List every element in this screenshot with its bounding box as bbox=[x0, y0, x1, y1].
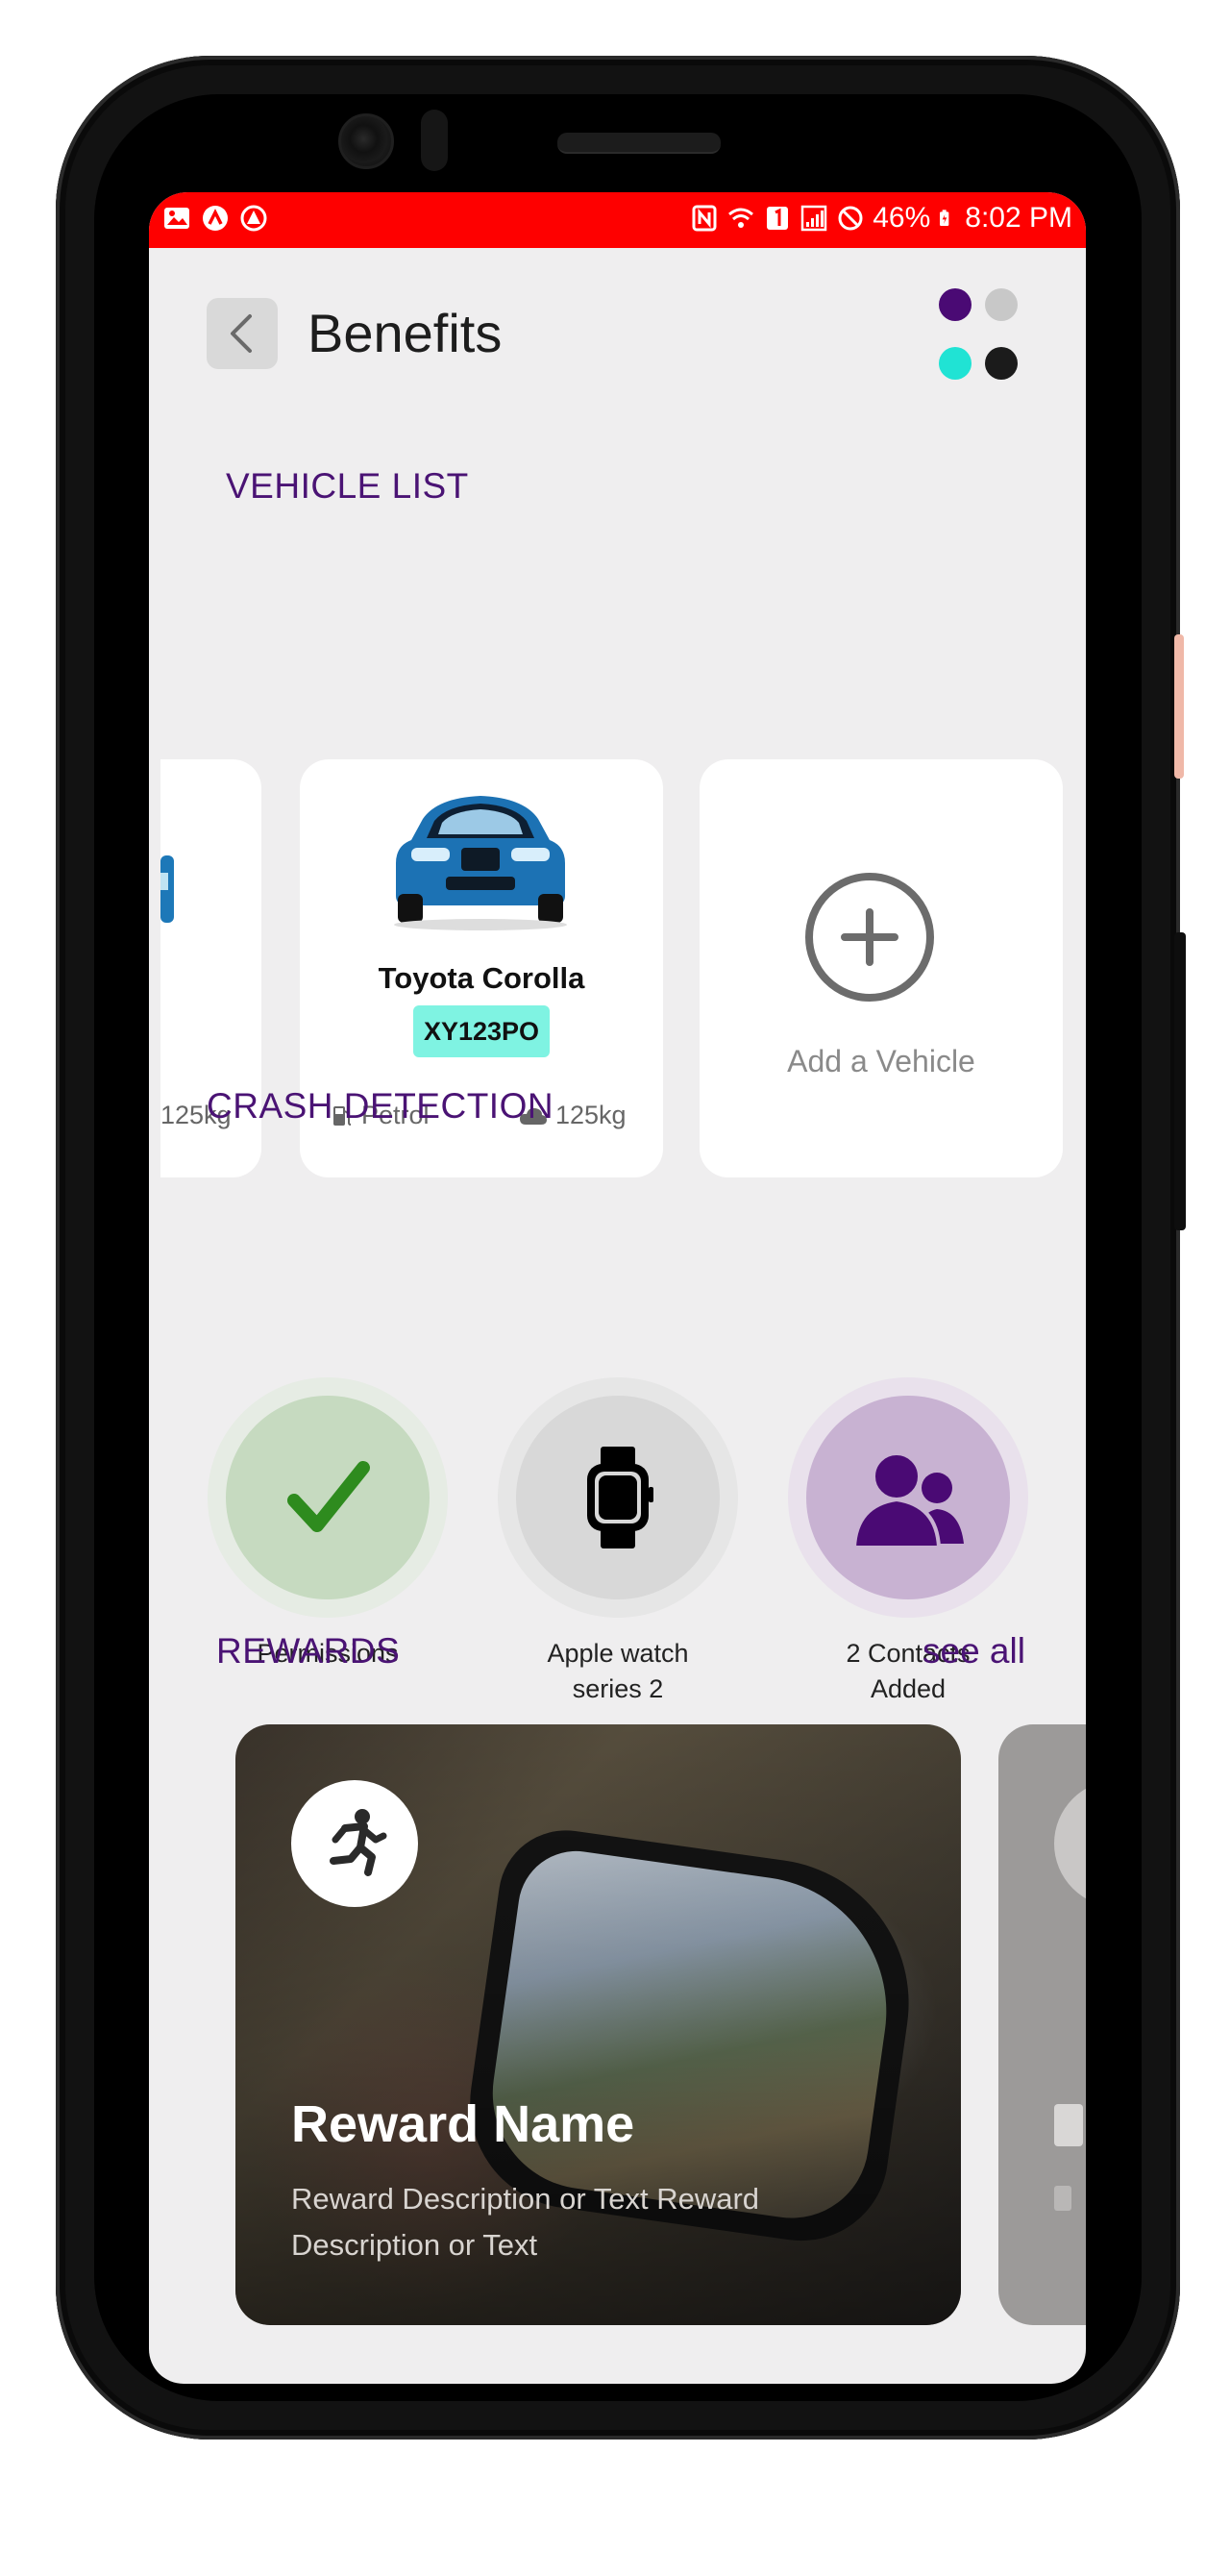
apple-watch-label: Apple watch series 2 bbox=[498, 1636, 738, 1707]
signal-icon bbox=[800, 205, 827, 232]
crash-detection-title: CRASH DETECTION bbox=[207, 1086, 554, 1126]
see-all-link[interactable]: see all bbox=[922, 1631, 1025, 1672]
proximity-sensor bbox=[421, 110, 448, 171]
license-plate: XY123PO bbox=[413, 1005, 550, 1057]
earpiece-speaker bbox=[557, 133, 721, 154]
reward-desc-partial bbox=[1054, 2186, 1071, 2211]
checkmark-icon bbox=[287, 1461, 370, 1532]
gallery-icon bbox=[164, 208, 189, 229]
clock: 8:02 PM bbox=[965, 202, 1072, 234]
dot-purple bbox=[939, 288, 972, 321]
reward-name: Reward Name bbox=[291, 2095, 635, 2153]
wifi-icon bbox=[728, 208, 754, 228]
permissions-circle bbox=[226, 1396, 430, 1599]
dot-teal bbox=[939, 347, 972, 380]
back-button[interactable] bbox=[207, 298, 278, 369]
permissions-item[interactable] bbox=[208, 1377, 448, 1618]
app-header: Benefits bbox=[149, 248, 1086, 402]
apple-watch-circle bbox=[516, 1396, 720, 1599]
reward-card-partial[interactable] bbox=[998, 1724, 1086, 2325]
dots-grid-icon[interactable] bbox=[939, 288, 1025, 380]
reward-description: Reward Description or Text Reward Descri… bbox=[291, 2182, 760, 2262]
contacts-icon bbox=[851, 1451, 964, 1549]
reward-title-partial bbox=[1054, 2104, 1083, 2146]
system-status: 46% 8:02 PM bbox=[690, 202, 1072, 235]
page-title: Benefits bbox=[308, 303, 503, 363]
power-button bbox=[1174, 932, 1186, 1230]
car-image-partial bbox=[160, 855, 174, 923]
app-notification-icon bbox=[203, 206, 228, 231]
contacts-item[interactable] bbox=[788, 1377, 1028, 1618]
contacts-label-line2: Added bbox=[870, 1674, 947, 1703]
car-image bbox=[394, 796, 567, 930]
chevron-left-icon bbox=[231, 314, 252, 353]
add-vehicle-label: Add a Vehicle bbox=[787, 1044, 975, 1078]
vehicle-list-title: VEHICLE LIST bbox=[226, 466, 469, 506]
rewards-title: REWARDS bbox=[216, 1631, 401, 1671]
nfc-icon bbox=[692, 205, 717, 232]
status-bar: 46% 8:02 PM bbox=[149, 192, 1086, 248]
running-person-icon bbox=[291, 1780, 418, 1907]
smartwatch-icon bbox=[587, 1447, 653, 1548]
add-vehicle-card[interactable]: Add a Vehicle bbox=[700, 759, 1063, 1177]
warning-notification-icon bbox=[240, 205, 267, 232]
apple-watch-label-line2: series 2 bbox=[572, 1674, 664, 1703]
reward-card[interactable]: Reward Name Reward Description or Text R… bbox=[235, 1724, 961, 2325]
dot-black bbox=[985, 347, 1018, 380]
apple-watch-item[interactable] bbox=[498, 1377, 738, 1618]
do-not-disturb-icon bbox=[838, 206, 863, 231]
battery-icon bbox=[940, 210, 949, 226]
front-camera bbox=[338, 113, 394, 169]
running-person-glyph bbox=[330, 1809, 387, 1876]
dot-gray bbox=[985, 288, 1018, 321]
apple-watch-label-line1: Apple watch bbox=[547, 1639, 689, 1668]
reward-icon-partial bbox=[1054, 1780, 1086, 1907]
volume-button bbox=[1174, 634, 1184, 779]
contacts-circle bbox=[806, 1396, 1010, 1599]
sim-icon bbox=[767, 207, 789, 230]
app-screen: 46% 8:02 PM Benefits VEHICLE LIST 125kg … bbox=[149, 192, 1086, 2384]
battery-percent: 46% bbox=[873, 202, 931, 234]
add-icon bbox=[805, 873, 934, 1002]
vehicle-name: Toyota Corolla bbox=[378, 961, 585, 995]
notification-icons bbox=[162, 204, 268, 233]
